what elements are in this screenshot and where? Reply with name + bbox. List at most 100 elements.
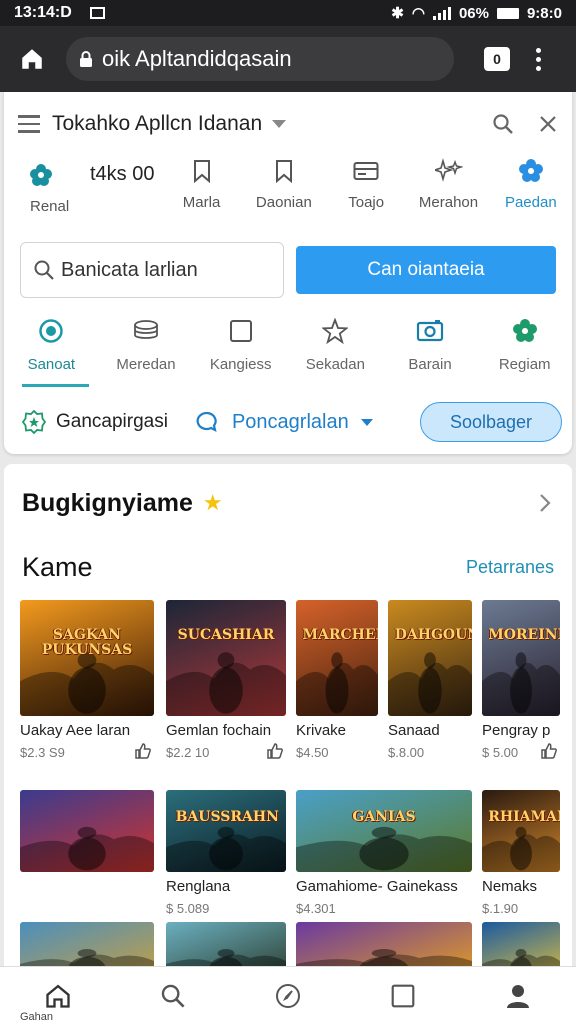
tab-sekadan[interactable]: Sekadan <box>288 318 383 388</box>
lock-icon <box>78 50 94 68</box>
thumbs-up-icon[interactable] <box>134 742 152 760</box>
game-cover-image: BAUSSRAHN <box>166 790 286 872</box>
gancapirgasi-action[interactable]: Gancapirgasi <box>22 410 168 434</box>
game-price: $4.301 <box>296 901 336 916</box>
flower-icon <box>512 319 537 342</box>
title-dropdown-icon[interactable] <box>272 120 287 128</box>
tab-sanoat[interactable]: Sanoat <box>4 318 99 388</box>
browser-home-button[interactable] <box>14 41 50 77</box>
game-card[interactable]: MOREINHPengray p$ 5.00 <box>482 600 560 760</box>
app-header-card: Tokahko Apllcn Idanan t4ks 00 Renal Marl… <box>4 92 572 454</box>
game-card[interactable] <box>20 790 154 872</box>
sparkle-star-icon: ★ <box>202 490 223 515</box>
home-icon <box>22 49 42 69</box>
category-row: t4ks 00 Renal Marla Daonian Toajo Meraho… <box>4 158 572 218</box>
nav-explore[interactable] <box>230 967 345 1024</box>
nav-home-label: Gahan <box>20 1011 54 1023</box>
wifi-icon: ◠ <box>411 5 425 22</box>
game-title: Uakay Aee laran <box>20 722 131 739</box>
tab-regiam[interactable]: Regiam <box>477 318 572 388</box>
tab-label: Meredan <box>116 356 176 373</box>
category-toajo[interactable]: Toajo <box>325 158 407 218</box>
bottom-navigation: Gahan <box>0 966 576 1024</box>
tab-label: Sanoat <box>27 356 76 373</box>
tab-label: Regiam <box>498 356 551 373</box>
game-card[interactable]: RHIAMAN Nemaks $.1.90 <box>482 790 560 916</box>
game-price: $4.50 <box>296 745 329 760</box>
status-time: 13:14:D <box>14 4 72 21</box>
address-bar[interactable]: oik Apltandidqasain <box>66 37 454 81</box>
menu-icon[interactable] <box>18 115 40 133</box>
search-row: Banicata larlian Can oiantaeia <box>20 242 556 298</box>
person-icon <box>507 984 530 1008</box>
status-bar: 13:14:D ✱ ◠ 06% 9:8:0 <box>0 0 576 26</box>
game-cover-title: MARCHELAN <box>302 626 378 643</box>
game-card[interactable]: SAGKAN PUKUNSAS Uakay Aee laran $2.3 S9 <box>20 600 154 760</box>
nav-profile[interactable] <box>461 967 576 1024</box>
star-badge-icon <box>22 410 46 434</box>
action-label: Gancapirgasi <box>56 411 168 432</box>
category-daonian[interactable]: Daonian <box>243 158 325 218</box>
game-card[interactable]: MARCHELAN Krivake $4.50 <box>296 600 378 760</box>
bookmark-icon <box>193 160 210 183</box>
tab-label: Barain <box>408 356 452 373</box>
sub-title: Kame <box>22 551 93 582</box>
poncagrlalan-dropdown[interactable]: Poncagrlalan <box>196 411 373 434</box>
game-card[interactable]: DAHGOUN Sanaad $.8.00 <box>388 600 472 760</box>
action-row: Gancapirgasi Poncagrlalan Soolbager <box>22 402 562 442</box>
nav-search[interactable] <box>115 967 230 1024</box>
game-title: Gamahiome- Gainekass <box>296 878 458 895</box>
game-card[interactable]: GANIAS Gamahiome- Gainekass $4.301 <box>296 790 472 916</box>
tab-kangiess[interactable]: Kangiess <box>193 318 288 388</box>
game-title: Nemaks <box>482 878 538 895</box>
battery-icon <box>496 7 519 19</box>
category-label: Paedan <box>504 194 557 211</box>
tab-meredan[interactable]: Meredan <box>99 318 194 388</box>
game-price: $.1.90 <box>482 901 519 916</box>
search-icon <box>161 984 185 1008</box>
dropdown-label: Poncagrlalan <box>231 410 349 433</box>
game-title: Krivake <box>296 722 347 739</box>
game-card[interactable]: BAUSSRAHN Renglana $ 5.089 <box>166 790 286 916</box>
bookmark-outline-icon <box>275 160 292 183</box>
category-renal[interactable]: t4ks 00 Renal <box>4 158 160 218</box>
nav-home[interactable]: Gahan <box>0 967 115 1024</box>
search-button[interactable]: Can oiantaeia <box>296 246 556 294</box>
game-cover-title: DAHGOUN <box>394 626 472 643</box>
category-marla[interactable]: Marla <box>160 158 242 218</box>
category-label: Daonian <box>255 194 312 211</box>
game-cover-title: SUCASHIAR <box>177 626 275 643</box>
chat-icon <box>196 411 218 433</box>
home-icon <box>45 984 70 1008</box>
see-more-link[interactable]: Petarranes <box>466 557 554 578</box>
bluetooth-icon: ✱ <box>391 5 404 22</box>
game-card[interactable]: SUCASHIAR Gemlan fochain $2.2 10 <box>166 600 286 760</box>
soolbager-button[interactable]: Soolbager <box>420 402 562 442</box>
browser-menu-button[interactable] <box>536 47 541 71</box>
chevron-down-icon <box>360 418 373 426</box>
game-cover-image: MOREINH <box>482 600 560 716</box>
game-cover-title: RHIAMAN <box>488 808 560 825</box>
game-cover-image: SUCASHIAR <box>166 600 286 716</box>
search-input[interactable]: Banicata larlian <box>20 242 284 298</box>
notification-icon <box>89 7 105 19</box>
nav-library[interactable] <box>346 967 461 1024</box>
camera-icon <box>416 320 444 342</box>
game-cover-title: SAGKAN PUKUNSAS <box>41 626 133 658</box>
square-icon <box>391 984 415 1007</box>
thumbs-up-icon[interactable] <box>266 742 284 760</box>
search-icon[interactable] <box>492 113 514 135</box>
close-icon[interactable] <box>538 114 558 134</box>
category-label: Toajo <box>348 194 385 211</box>
game-cover-image: GANIAS <box>296 790 472 872</box>
game-cover-image: MARCHELAN <box>296 600 378 716</box>
category-merahon[interactable]: Merahon <box>407 158 489 218</box>
chevron-right-icon[interactable] <box>538 492 552 514</box>
tab-switcher-button[interactable]: 0 <box>484 47 510 71</box>
tab-barain[interactable]: Barain <box>383 318 478 388</box>
thumbs-up-icon[interactable] <box>540 742 558 760</box>
section-header[interactable]: Bugkignyiame ★ <box>22 486 552 520</box>
tab-label: Sekadan <box>305 356 365 373</box>
game-cover-image <box>20 790 154 872</box>
category-paedan[interactable]: Paedan <box>490 158 572 218</box>
